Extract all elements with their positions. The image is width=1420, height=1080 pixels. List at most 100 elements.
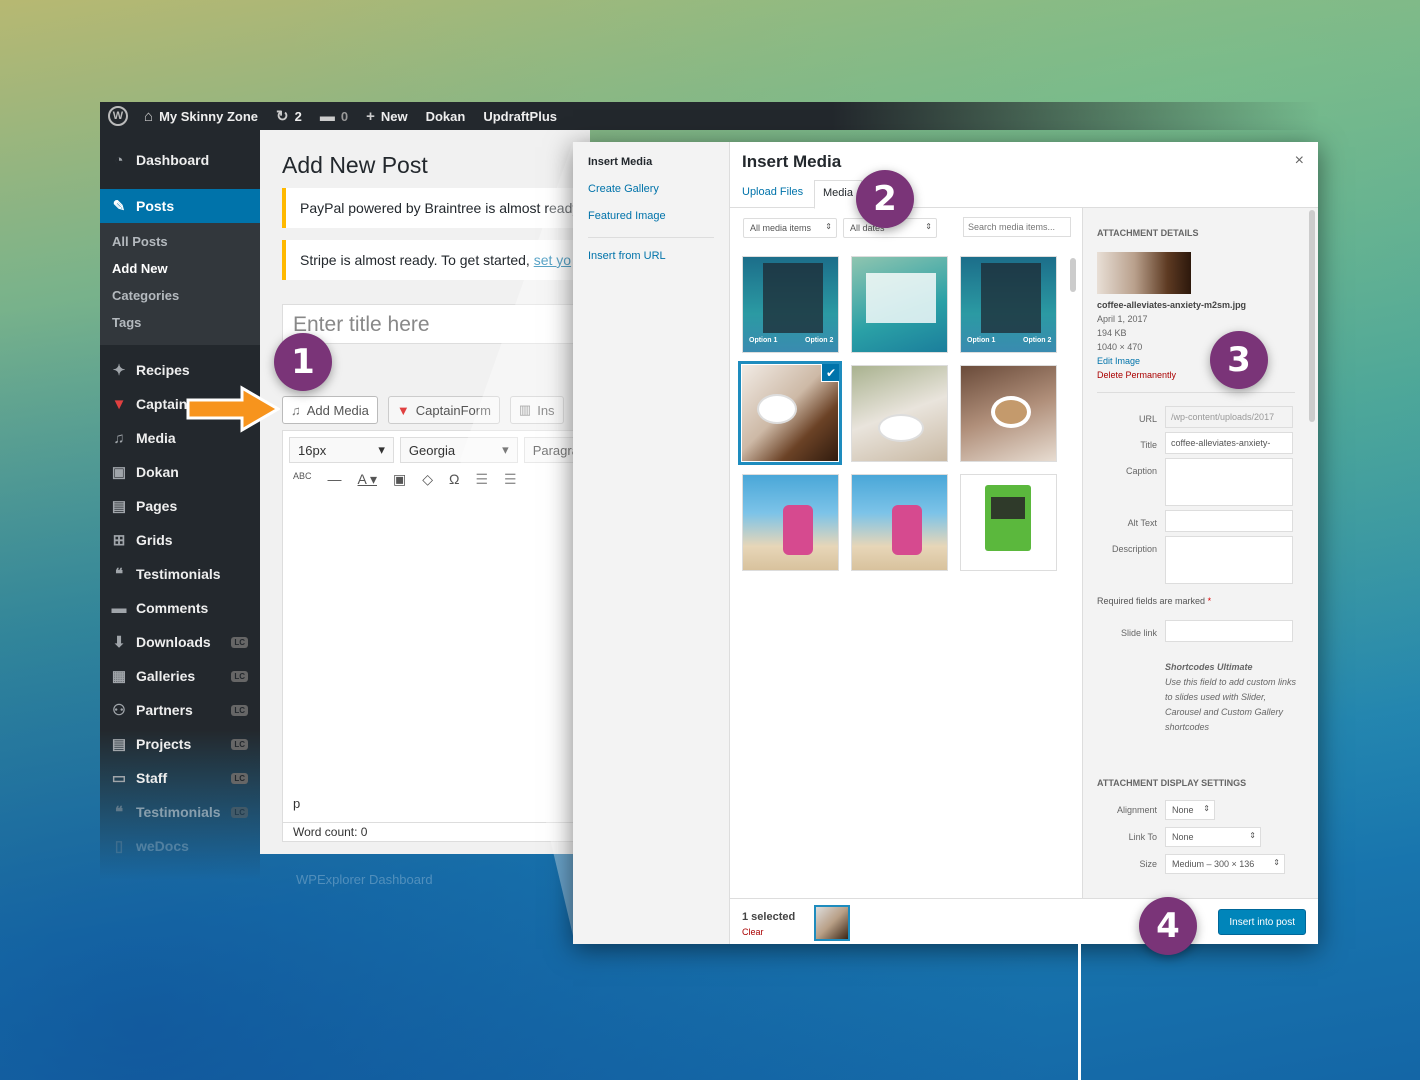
media-tile[interactable] xyxy=(851,365,948,462)
menu-insert-from-url[interactable]: Insert from URL xyxy=(573,250,729,262)
strikethrough-icon[interactable]: ABC xyxy=(293,471,312,488)
add-media-button[interactable]: ♫ Add Media xyxy=(282,396,378,424)
media-tile[interactable] xyxy=(742,474,839,571)
sidebar-item-testimonials[interactable]: ❝ Testimonials xyxy=(100,557,260,591)
special-character-icon[interactable]: Ω xyxy=(449,471,459,488)
alignment-select[interactable]: None ⇕ xyxy=(1165,800,1215,820)
caption-label: Caption xyxy=(1125,466,1157,476)
stripe-setup-link[interactable]: set yo xyxy=(534,252,571,268)
selected-thumbnail[interactable] xyxy=(814,905,850,941)
slide-link-help: Shortcodes Ultimate Use this field to add… xyxy=(1165,662,1297,732)
comment-icon: ▬ xyxy=(319,107,335,125)
submenu-categories[interactable]: Categories xyxy=(100,283,260,310)
submenu-add-new[interactable]: Add New xyxy=(100,256,260,283)
font-family-select[interactable]: Georgia ▾ xyxy=(399,437,518,463)
sidebar-item-grids[interactable]: ⊞ Grids xyxy=(100,523,260,557)
step-badge-3: 3 xyxy=(1210,331,1268,389)
attachment-filename: coffee-alleviates-anxiety-m2sm.jpg xyxy=(1097,300,1247,310)
sidebar-item-dashboard[interactable]: ◔ Dashboard xyxy=(100,143,260,177)
captainform-button[interactable]: ▼ CaptainForm xyxy=(387,396,500,424)
indent-icon[interactable]: ☰ xyxy=(504,471,517,488)
submenu-all-posts[interactable]: All Posts xyxy=(100,229,260,256)
display-settings-heading: ATTACHMENT DISPLAY SETTINGS xyxy=(1097,778,1247,788)
arrow-icon xyxy=(186,385,280,433)
site-name-link[interactable]: ⌂ My Skinny Zone xyxy=(144,108,258,125)
sidebar-item-downloads[interactable]: ⬇ Downloads LC xyxy=(100,625,260,659)
menu-create-gallery[interactable]: Create Gallery xyxy=(573,183,729,195)
sidebar-item-recipes[interactable]: ✦ Recipes xyxy=(100,353,260,387)
media-search-input[interactable]: Search media items... xyxy=(963,217,1071,237)
updates-link[interactable]: ↻ 2 xyxy=(276,107,302,125)
tab-media-library[interactable]: Media xyxy=(814,180,862,209)
lc-badge: LC xyxy=(231,806,248,818)
attachment-size: 194 KB xyxy=(1097,328,1127,338)
word-count: Word count: 0 xyxy=(293,825,368,839)
checkmark-icon[interactable]: ✔ xyxy=(821,364,839,382)
dokan-icon: ▣ xyxy=(111,464,127,481)
media-type-filter[interactable]: All media items ⇕ xyxy=(743,218,837,238)
updraftplus-link[interactable]: UpdraftPlus xyxy=(483,109,557,124)
new-content-link[interactable]: + New xyxy=(366,108,408,125)
sidebar-item-staff[interactable]: ▭ Staff LC xyxy=(100,761,260,795)
horizontal-line-icon[interactable]: — xyxy=(328,471,342,488)
scrollbar[interactable] xyxy=(1309,210,1315,422)
pin-icon: ✎ xyxy=(112,198,126,215)
submenu-tags[interactable]: Tags xyxy=(100,310,260,337)
link-to-label: Link To xyxy=(1128,832,1157,842)
media-tile[interactable] xyxy=(851,474,948,571)
clear-selection-link[interactable]: Clear xyxy=(742,927,764,937)
admin-sidebar: ◔ Dashboard ✎ Posts All Posts Add New Cate… xyxy=(100,130,260,880)
menu-featured-image[interactable]: Featured Image xyxy=(573,210,729,222)
description-label: Description xyxy=(1111,544,1157,554)
link-to-select[interactable]: None ⇕ xyxy=(1165,827,1261,847)
description-field[interactable] xyxy=(1165,536,1293,584)
sidebar-item-galleries[interactable]: ▦ Galleries LC xyxy=(100,659,260,693)
menu-insert-media[interactable]: Insert Media xyxy=(573,156,729,168)
media-tile[interactable] xyxy=(851,256,948,353)
projects-icon: ▤ xyxy=(111,736,127,753)
attachment-dimensions: 1040 × 470 xyxy=(1097,342,1143,352)
caption-field[interactable] xyxy=(1165,458,1293,506)
sidebar-item-comments[interactable]: ▬ Comments xyxy=(100,591,260,625)
media-router: Upload Files Media xyxy=(730,180,1318,209)
sidebar-item-dokan[interactable]: ▣ Dokan xyxy=(100,455,260,489)
page-title: Add New Post xyxy=(282,152,428,178)
comments-link[interactable]: ▬ 0 xyxy=(320,108,348,125)
outdent-icon[interactable]: ☰ xyxy=(475,471,488,488)
captainform-icon: ▼ xyxy=(396,402,410,418)
sidebar-item-wedocs[interactable]: ▯ weDocs xyxy=(100,829,260,863)
pages-icon: ▤ xyxy=(111,498,127,515)
media-tile[interactable] xyxy=(960,365,1057,462)
close-icon[interactable]: × xyxy=(1295,152,1304,170)
edit-image-link[interactable]: Edit Image xyxy=(1097,356,1140,366)
media-tile-selected[interactable]: ✔ xyxy=(738,361,842,465)
media-tile[interactable] xyxy=(960,474,1057,571)
size-select[interactable]: Medium – 300 × 136 ⇕ xyxy=(1165,854,1285,874)
insert-button[interactable]: ▥ Ins xyxy=(509,396,564,424)
dokan-link[interactable]: Dokan xyxy=(426,109,466,124)
selection-count: 1 selected xyxy=(742,911,796,923)
sidebar-item-partners[interactable]: ⚇ Partners LC xyxy=(100,693,260,727)
sidebar-item-testimonials-lc[interactable]: ❝ Testimonials LC xyxy=(100,795,260,829)
sidebar-item-posts[interactable]: ✎ Posts xyxy=(100,189,260,223)
tab-upload-files[interactable]: Upload Files xyxy=(742,186,803,198)
plus-icon: + xyxy=(366,107,375,125)
post-title-input[interactable]: Enter title here xyxy=(282,304,602,344)
delete-permanently-link[interactable]: Delete Permanently xyxy=(1097,370,1176,380)
paste-text-icon[interactable]: ▣ xyxy=(393,471,406,488)
sidebar-item-pages[interactable]: ▤ Pages xyxy=(100,489,260,523)
sidebar-item-projects[interactable]: ▤ Projects LC xyxy=(100,727,260,761)
alt-text-field[interactable] xyxy=(1165,510,1293,532)
text-color-icon[interactable]: A ▾ xyxy=(358,471,377,488)
media-tile[interactable]: Option 1 Option 2 xyxy=(742,256,839,353)
insert-into-post-button[interactable]: Insert into post xyxy=(1218,909,1306,935)
title-field[interactable]: coffee-alleviates-anxiety- xyxy=(1165,432,1293,454)
scrollbar[interactable] xyxy=(1070,258,1076,292)
slide-link-field[interactable] xyxy=(1165,620,1293,642)
font-size-select[interactable]: 16px ▾ xyxy=(289,437,394,463)
media-tile[interactable]: Option 1 Option 2 xyxy=(960,256,1057,353)
wordpress-logo-icon[interactable]: W xyxy=(108,106,128,126)
url-field[interactable]: /wp-content/uploads/2017 xyxy=(1165,406,1293,428)
grid-icon: ⊞ xyxy=(112,532,126,549)
clear-formatting-icon[interactable]: ◇ xyxy=(422,471,433,488)
